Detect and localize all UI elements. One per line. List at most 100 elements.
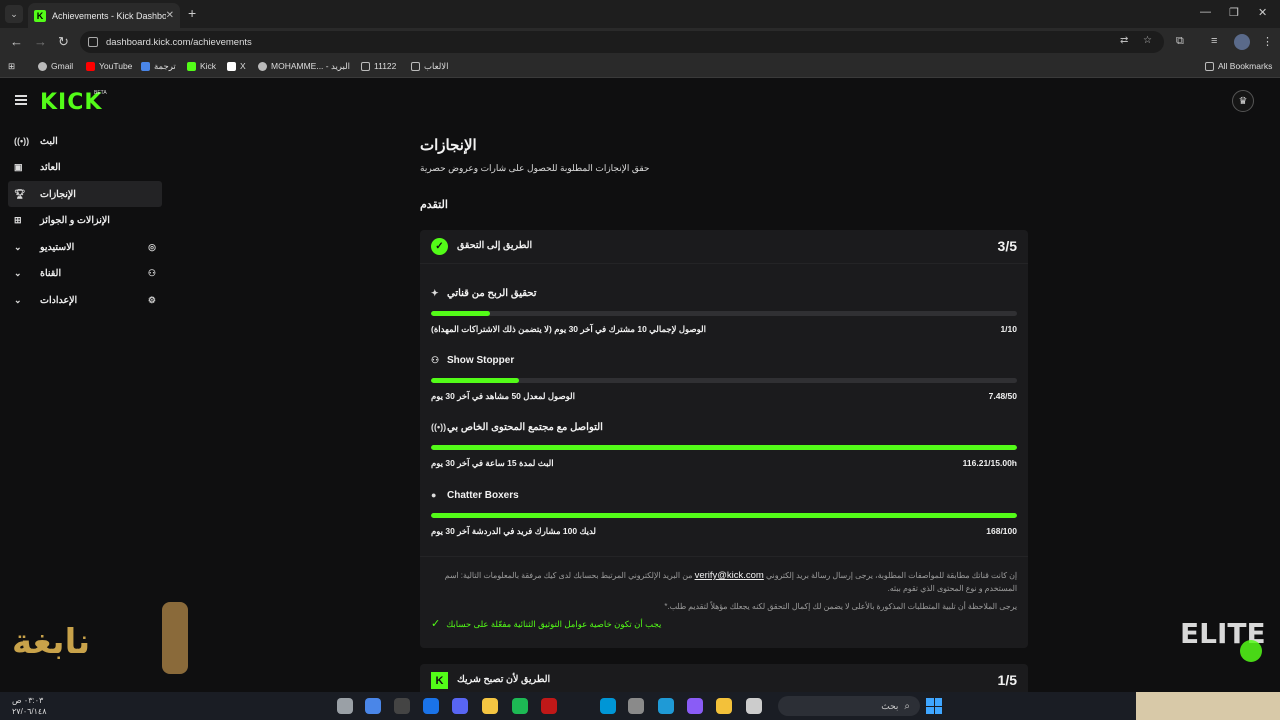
bookmark-youtube[interactable]: YouTube <box>86 61 132 71</box>
achievement-title: Chatter Boxers <box>447 489 519 501</box>
menu-icon[interactable]: ⋮ <box>1262 35 1273 48</box>
sidebar-item-drops[interactable]: ⊞ الإنزالات و الجوائز <box>8 208 162 234</box>
achievement-value: 168/100 <box>986 526 1017 536</box>
files-app-icon[interactable] <box>716 698 732 714</box>
chevron-down-icon[interactable]: ⌄ <box>14 268 28 279</box>
windows-start-icon[interactable] <box>926 698 942 714</box>
search-placeholder: بحث <box>881 700 899 711</box>
spotify-app-icon[interactable] <box>512 698 528 714</box>
url-text[interactable]: dashboard.kick.com/achievements <box>106 37 252 48</box>
new-tab-button[interactable]: + <box>188 5 196 21</box>
extensions-icon[interactable]: ⧉ <box>1176 35 1184 48</box>
sidebar-item-revenue[interactable]: ▣ العائد <box>8 155 162 181</box>
two-factor-text: يجب أن تكون خاصية عوامل التوثيق الثنائية… <box>446 619 662 629</box>
sidebar-item-achievements[interactable]: 🏆︎ الإنجازات <box>8 181 162 207</box>
sidebar-item-channel[interactable]: ⌄ القناة ⚇ <box>8 261 162 287</box>
kick-badge-icon: K <box>431 672 448 689</box>
close-tab-icon[interactable]: ✕ <box>166 10 174 21</box>
chevron-down-icon[interactable]: ⌄ <box>14 295 28 306</box>
app-window-icon[interactable] <box>746 698 762 714</box>
achievement-value: 116.21/15.00h <box>962 458 1017 468</box>
achievement-item: ((•)) التواصل مع مجتمع المحتوى الخاص بي … <box>431 420 1017 470</box>
address-toolbar: ← → ↻ dashboard.kick.com/achievements ⇄ … <box>0 28 1280 56</box>
address-bar[interactable]: dashboard.kick.com/achievements ⇄ ☆ <box>80 31 1164 53</box>
all-bookmarks[interactable]: All Bookmarks <box>1205 61 1272 71</box>
chevron-down-icon[interactable]: ⌄ <box>14 242 28 253</box>
revenue-icon: ▣ <box>14 162 23 172</box>
bookmark-translate[interactable]: ترجمة <box>141 61 176 72</box>
store-app-icon[interactable] <box>628 698 644 714</box>
bookmark-gmail[interactable]: Gmail <box>38 61 73 71</box>
bookmark-x[interactable]: X <box>227 61 246 71</box>
reload-icon[interactable]: ↻ <box>58 34 69 50</box>
achievement-footer: الوصول لمعدل 50 مشاهد في آخر 30 يوم 7.48… <box>431 391 1017 403</box>
restore-icon[interactable]: ❐ <box>1229 6 1239 19</box>
browser-tab[interactable]: K Achievements - Kick Dashboard ✕ <box>28 3 180 28</box>
sidebar-item-label: القناة <box>40 268 62 279</box>
check-icon: ✓ <box>431 618 441 630</box>
verify-email-link[interactable]: verify@kick.com <box>695 570 764 581</box>
note-disclaimer: يرجى الملاحظة أن تلبية المتطلبات المذكور… <box>664 602 1017 611</box>
gmail-icon <box>38 61 47 71</box>
translate-icon[interactable]: ⇄ <box>1120 35 1128 46</box>
sidebar-item-broadcast[interactable]: ((•)) البث <box>8 128 162 154</box>
bookmark-label: Gmail <box>51 61 74 71</box>
settings-app-icon[interactable] <box>337 698 353 714</box>
tray-overlay <box>1136 692 1280 720</box>
sidebar-item-settings[interactable]: ⌄ الإعدادات ⚙ <box>8 287 162 313</box>
profile-avatar[interactable] <box>1234 34 1250 50</box>
achievement-requirement: الوصول لإجمالي 10 مشترك في آخر 30 يوم (ل… <box>431 324 706 334</box>
chrome-app-icon[interactable] <box>365 698 381 714</box>
bookmark-mail[interactable]: MOHAMME... - البريد <box>258 61 350 72</box>
forward-icon[interactable]: → <box>34 34 47 49</box>
apps-icon[interactable]: ⊞ <box>8 61 15 72</box>
clock[interactable]: ٠٣:٠٣ ص ٢٧/٠٦/١٤٨ <box>12 695 47 717</box>
sidebar-item-studio[interactable]: ⌄ الاستيديو ◎ <box>8 234 162 260</box>
achievement-title-row: ((•)) التواصل مع مجتمع المحتوى الخاص بي <box>431 420 1017 434</box>
site-info-icon[interactable] <box>88 37 98 47</box>
minimize-icon[interactable]: — <box>1200 6 1211 18</box>
back-icon[interactable]: ← <box>10 34 23 49</box>
hamburger-menu-icon[interactable] <box>15 95 27 107</box>
kick-bookmark-icon <box>187 61 196 71</box>
hp-app-icon[interactable] <box>600 698 616 714</box>
bookmark-kick[interactable]: Kick <box>187 61 216 71</box>
progress-fill <box>431 311 490 316</box>
edge-app-icon[interactable] <box>658 698 674 714</box>
bookmark-star-icon[interactable]: ☆ <box>1143 35 1152 46</box>
mascot-image <box>162 602 188 674</box>
achievement-footer: البث لمدة 15 ساعة في آخر 30 يوم 116.21/1… <box>431 458 1017 470</box>
achievement-title-row: ⚇ Show Stopper <box>431 353 1017 367</box>
achievement-item: ⚇ Show Stopper الوصول لمعدل 50 مشاهد في … <box>431 353 1017 403</box>
broadcast-icon: ((•)) <box>14 136 30 146</box>
copilot-app-icon[interactable] <box>687 698 703 714</box>
achievement-title: التواصل مع مجتمع المحتوى الخاص بي <box>447 421 603 433</box>
achievement-title-row: ✦ تحقيق الربح من قناتي <box>431 286 1017 300</box>
folder-icon <box>411 62 420 71</box>
chrome-profile-icon[interactable] <box>423 698 439 714</box>
discord-app-icon[interactable] <box>452 698 468 714</box>
windows-taskbar: ٠٣:٠٣ ص ٢٧/٠٦/١٤٨ بحث ⌕ <box>0 692 1280 720</box>
note-text: إن كانت قناتك مطابقة للمواصفات المطلوبة،… <box>766 571 1017 580</box>
bookmark-folder-11122[interactable]: 11122 <box>361 61 396 71</box>
bookmark-folder-games[interactable]: الالعاب <box>411 61 449 72</box>
search-icon: ⌕ <box>904 700 910 712</box>
clock-time: ٠٣:٠٣ ص <box>12 696 44 705</box>
progress-fill <box>431 378 519 383</box>
browser-tab-strip: ⌄ K Achievements - Kick Dashboard ✕ + — … <box>0 0 1280 28</box>
elite-badge-icon <box>1240 640 1262 662</box>
taskbar-search[interactable]: بحث ⌕ <box>778 696 920 716</box>
close-window-icon[interactable]: ✕ <box>1258 6 1267 19</box>
bookmark-label: Kick <box>200 61 217 71</box>
mcafee-app-icon[interactable] <box>541 698 557 714</box>
tab-search-button[interactable]: ⌄ <box>5 5 23 23</box>
tab-title: Achievements - Kick Dashboard <box>52 10 166 21</box>
obs-app-icon[interactable] <box>394 698 410 714</box>
youtube-icon <box>86 61 95 71</box>
media-icon[interactable]: ≡ <box>1211 35 1217 47</box>
verification-card: ✓ الطريق إلى التحقق 3/5 ✦ تحقيق الربح من… <box>420 230 1028 648</box>
account-crown-icon[interactable]: ♛ <box>1232 90 1254 112</box>
achievement-title: تحقيق الربح من قناتي <box>447 287 537 299</box>
progress-bar <box>431 311 1017 316</box>
notes-app-icon[interactable] <box>482 698 498 714</box>
